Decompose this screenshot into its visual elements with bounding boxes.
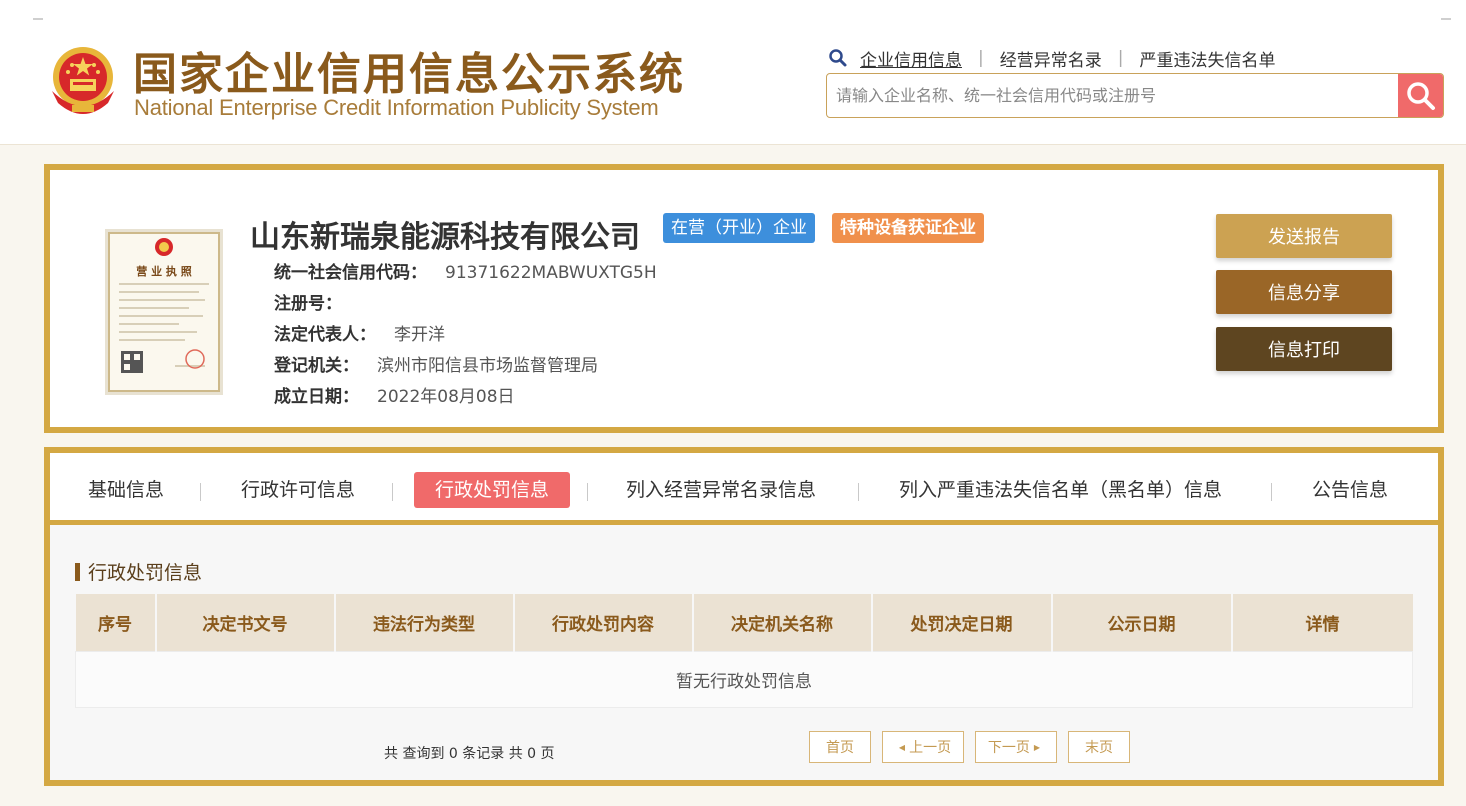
info-label: 注册号： [274, 294, 342, 314]
tab-admin-penalty[interactable]: 行政处罚信息 [414, 472, 571, 508]
col-header-details: 详情 [1231, 594, 1413, 651]
top-nav-links: 企业信用信息 | 经营异常名录 | 严重违法失信名单 [828, 46, 1275, 71]
first-page-label: 首页 [826, 740, 854, 756]
penalty-table: 序号 决定书文号 违法行为类型 行政处罚内容 决定机关名称 处罚决定日期 公示日… [75, 594, 1413, 708]
info-label: 统一社会信用代码： [274, 263, 427, 283]
corner-mark-left [33, 18, 43, 20]
info-value: 滨州市阳信县市场监督管理局 [377, 356, 598, 376]
company-info-panel: 营 业 执 照 山东新瑞泉能源科技有限公司 在营（开业）企业 特种设备获证企业 … [44, 164, 1444, 433]
section-title-bar [75, 562, 80, 581]
share-info-button[interactable]: 信息分享 [1216, 270, 1392, 314]
last-page-button[interactable]: 末页 [1068, 731, 1130, 763]
search-box [826, 73, 1444, 118]
info-value: 李开洋 [394, 325, 445, 345]
section-title-text: 行政处罚信息 [88, 562, 203, 584]
info-label: 法定代表人： [274, 325, 376, 345]
national-emblem-icon [52, 47, 114, 114]
status-badge: 在营（开业）企业 [663, 213, 815, 243]
tab-abnormal-operation[interactable]: 列入经营异常名录信息 [616, 472, 826, 508]
tab-bar: 基础信息 行政许可信息 行政处罚信息 列入经营异常名录信息 列入严重违法失信名单… [50, 453, 1438, 525]
tab-announcements[interactable]: 公告信息 [1302, 472, 1398, 508]
col-header-publish-date: 公示日期 [1051, 594, 1233, 651]
prev-page-label: 上一页 [909, 740, 952, 756]
last-page-label: 末页 [1085, 740, 1113, 756]
next-page-label: 下一页 [987, 740, 1030, 756]
site-header: 国家企业信用信息公示系统 National Enterprise Credit … [0, 0, 1466, 145]
link-enterprise-credit[interactable]: 企业信用信息 [860, 46, 962, 71]
magnifier-icon [829, 49, 847, 67]
info-value: 91371622MABWUXTG5H [445, 263, 657, 283]
license-title: 营 业 执 照 [136, 264, 192, 278]
corner-mark-right [1441, 18, 1451, 20]
section-title: 行政处罚信息 [75, 558, 202, 585]
col-header-decision-date: 处罚决定日期 [871, 594, 1053, 651]
link-abnormal-list[interactable]: 经营异常名录 [1000, 46, 1102, 71]
tab-separator [200, 483, 201, 501]
col-header-decision-number: 决定书文号 [155, 594, 336, 651]
info-establishment-date: 成立日期： 2022年08月08日 [274, 382, 515, 407]
info-registration-authority: 登记机关： 滨州市阳信县市场监督管理局 [274, 351, 598, 376]
col-header-penalty-content: 行政处罚内容 [513, 594, 694, 651]
link-separator: | [978, 48, 984, 68]
link-blacklist[interactable]: 严重违法失信名单 [1139, 46, 1275, 71]
link-separator: | [1117, 48, 1124, 68]
search-button[interactable] [1398, 74, 1443, 117]
send-report-button[interactable]: 发送报告 [1216, 214, 1392, 258]
detail-tabs-panel: 基础信息 行政许可信息 行政处罚信息 列入经营异常名录信息 列入严重违法失信名单… [44, 447, 1444, 786]
search-icon [1406, 81, 1435, 110]
first-page-button[interactable]: 首页 [809, 731, 871, 763]
empty-message: 暂无行政处罚信息 [75, 650, 1413, 708]
search-input[interactable] [827, 74, 1399, 117]
info-label: 成立日期： [274, 387, 359, 407]
info-credit-code: 统一社会信用代码： 91371622MABWUXTG5H [274, 258, 657, 283]
tab-admin-license[interactable]: 行政许可信息 [231, 472, 365, 508]
tab-basic-info[interactable]: 基础信息 [78, 472, 174, 508]
tab-separator [858, 483, 859, 501]
tab-separator [587, 483, 588, 501]
triangle-left-icon: ◀ [898, 742, 906, 752]
tab-separator [1271, 483, 1272, 501]
tab-blacklist[interactable]: 列入严重违法失信名单（黑名单）信息 [889, 472, 1232, 508]
info-registration-number: 注册号： [274, 289, 360, 314]
next-page-button[interactable]: 下一页 ▶ [975, 731, 1057, 763]
col-header-violation-type: 违法行为类型 [334, 594, 515, 651]
table-header-row: 序号 决定书文号 违法行为类型 行政处罚内容 决定机关名称 处罚决定日期 公示日… [75, 594, 1413, 651]
site-title-en: National Enterprise Credit Information P… [134, 95, 659, 120]
tab-separator [392, 483, 393, 501]
pager-summary: 共 查询到 0 条记录 共 0 页 [384, 746, 555, 762]
site-title-cn: 国家企业信用信息公示系统 [133, 49, 685, 100]
info-label: 登记机关： [274, 356, 359, 376]
triangle-right-icon: ▶ [1033, 742, 1041, 752]
company-name: 山东新瑞泉能源科技有限公司 [250, 220, 640, 255]
col-header-authority-name: 决定机关名称 [692, 594, 873, 651]
table-row: 暂无行政处罚信息 [75, 650, 1413, 708]
prev-page-button[interactable]: ◀ 上一页 [882, 731, 964, 763]
info-legal-representative: 法定代表人： 李开洋 [274, 320, 445, 345]
print-info-button[interactable]: 信息打印 [1216, 327, 1392, 371]
col-header-index: 序号 [75, 594, 157, 651]
special-equipment-badge: 特种设备获证企业 [832, 213, 984, 243]
info-value: 2022年08月08日 [377, 387, 515, 407]
business-license-image[interactable]: 营 业 执 照 [105, 225, 223, 395]
